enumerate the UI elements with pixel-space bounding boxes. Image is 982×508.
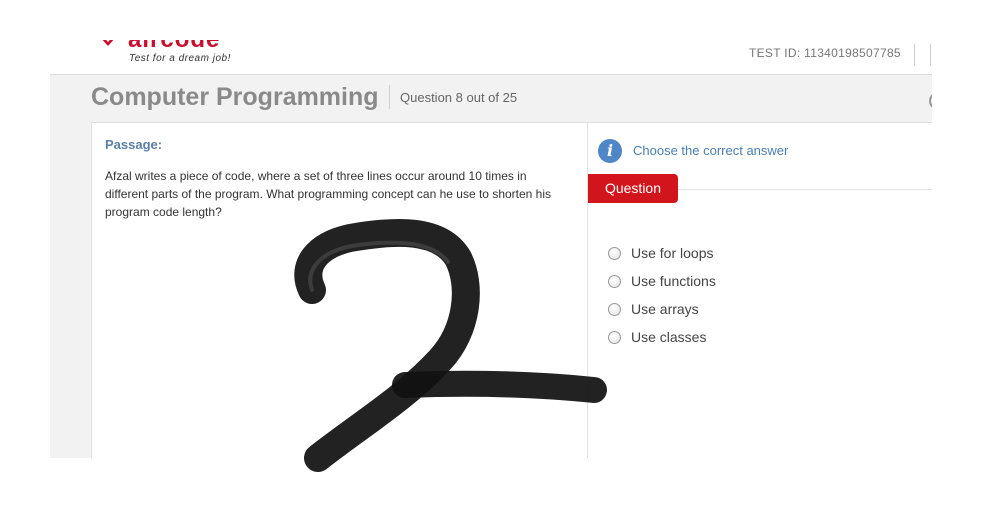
radio-icon[interactable]: [608, 330, 621, 344]
answer-option[interactable]: Use arrays: [608, 299, 699, 319]
app-frame: aircode Test for a dream job! TEST ID: 1…: [50, 40, 932, 458]
tab-question[interactable]: Question: [588, 174, 678, 203]
logo-icon: [102, 40, 114, 46]
header-divider: [914, 44, 915, 66]
radio-icon[interactable]: [608, 302, 621, 316]
logo-tagline: Test for a dream job!: [129, 53, 231, 64]
radio-icon[interactable]: [608, 274, 621, 288]
title-divider: [389, 85, 390, 109]
answer-option[interactable]: Use functions: [608, 271, 716, 291]
answer-option-label[interactable]: Use arrays: [631, 301, 699, 317]
answer-option[interactable]: Use classes: [608, 327, 706, 347]
top-header: aircode Test for a dream job! TEST ID: 1…: [50, 40, 932, 75]
instruction-text: Choose the correct answer: [633, 143, 789, 158]
test-id: TEST ID: 11340198507785: [749, 46, 901, 60]
answer-option[interactable]: Use for loops: [608, 243, 713, 263]
answer-option-label[interactable]: Use for loops: [631, 245, 713, 261]
question-counter: Question 8 out of 25: [400, 90, 518, 105]
passage-text: Afzal writes a piece of code, where a se…: [105, 169, 552, 219]
radio-icon[interactable]: [608, 246, 621, 260]
info-icon: i: [598, 139, 622, 163]
answer-option-label[interactable]: Use classes: [631, 329, 706, 345]
content-panel: Passage: Afzal writes a piece of code, w…: [91, 122, 932, 458]
header-divider: [930, 44, 931, 66]
logo-text: aircode: [128, 40, 220, 54]
timer-icon: [929, 92, 932, 110]
passage-label: Passage:: [105, 137, 163, 152]
answer-option-label[interactable]: Use functions: [631, 273, 716, 289]
page-title: Computer Programming: [91, 83, 379, 111]
